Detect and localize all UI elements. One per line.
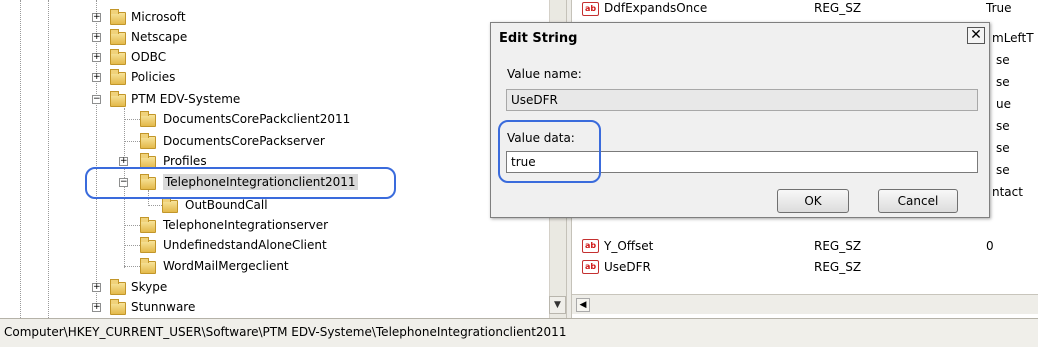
tree-node-label: DocumentsCorePackclient2011: [163, 112, 351, 126]
tree-node-outboundcall[interactable]: OutBoundCall: [162, 196, 362, 216]
annotation-ring-value-data: [498, 120, 601, 183]
folder-icon: [110, 29, 126, 45]
string-value-icon: ab: [582, 2, 599, 16]
folder-icon: [140, 237, 156, 253]
close-icon[interactable]: ✕: [967, 27, 985, 44]
folder-icon: [140, 133, 156, 149]
tree-node-label: TelephoneIntegrationserver: [163, 218, 329, 232]
string-value-icon: ab: [582, 239, 599, 253]
value-data-fragment: mLeftT: [992, 31, 1034, 45]
string-value-icon: ab: [582, 260, 599, 274]
folder-icon: [110, 49, 126, 65]
expand-plus-icon[interactable]: +: [119, 157, 128, 166]
tree-node-odbc[interactable]: + ODBC: [90, 48, 310, 68]
tree-node-label: PTM EDV-Systeme: [131, 92, 241, 106]
tree-node-documentscorepackclient2011[interactable]: DocumentsCorePackclient2011: [140, 110, 400, 130]
cancel-button[interactable]: Cancel: [878, 189, 958, 213]
tree-node-label: DocumentsCorePackserver: [163, 134, 325, 148]
tree-node-label: Netscape: [131, 30, 188, 44]
folder-icon: [162, 197, 178, 213]
folder-icon: [110, 279, 126, 295]
tree-node-label: UndefinedstandAloneClient: [163, 238, 327, 252]
expand-plus-icon[interactable]: +: [92, 283, 101, 292]
value-name-field: UseDFR: [506, 89, 978, 111]
value-data: 0: [986, 239, 994, 253]
scroll-left-arrow-icon[interactable]: ◀: [576, 298, 590, 312]
registry-tree-pane[interactable]: + Microsoft + Netscape + ODBC + Policies…: [0, 0, 566, 318]
tree-guide-line: [20, 0, 21, 318]
value-type: REG_SZ: [814, 1, 862, 15]
value-type: REG_SZ: [814, 239, 862, 253]
tree-node-label: Microsoft: [131, 10, 186, 24]
value-row-y-offset[interactable]: ab Y_Offset REG_SZ 0: [582, 237, 1022, 255]
expand-plus-icon[interactable]: +: [92, 303, 101, 312]
value-name: UseDFR: [604, 260, 651, 274]
tree-node-stunnware[interactable]: + Stunnware: [90, 298, 310, 318]
tree-branch-line: [124, 119, 140, 120]
tree-node-documentscorepackserver[interactable]: DocumentsCorePackserver: [140, 132, 400, 152]
dialog-title: Edit String: [499, 31, 578, 46]
tree-branch-line: [124, 245, 140, 246]
tree-branch-line: [124, 266, 140, 267]
value-row-partial[interactable]: ab DdfExpandsOnce REG_SZ True: [582, 0, 1038, 18]
folder-icon: [110, 299, 126, 315]
tree-node-undefinedstandaloneclient[interactable]: UndefinedstandAloneClient: [140, 236, 400, 256]
tree-branch-line: [124, 225, 140, 226]
folder-icon: [140, 111, 156, 127]
tree-node-microsoft[interactable]: + Microsoft: [90, 8, 310, 28]
folder-icon: [140, 258, 156, 274]
tree-node-label: WordMailMergeclient: [163, 259, 289, 273]
value-name-label: Value name:: [507, 67, 582, 81]
value-data-fragment: ue: [996, 97, 1011, 111]
tree-node-label: Skype: [131, 280, 168, 294]
tree-node-wordmailmergeclient[interactable]: WordMailMergeclient: [140, 257, 400, 277]
value-data-fragment: se: [996, 75, 1010, 89]
tree-branch-line: [124, 141, 140, 142]
tree-node-telephoneintegrationserver[interactable]: TelephoneIntegrationserver: [140, 216, 400, 236]
tree-node-policies[interactable]: + Policies: [90, 68, 310, 88]
value-row-usedfr[interactable]: ab UseDFR REG_SZ: [582, 258, 1022, 276]
folder-icon: [110, 91, 126, 107]
value-data: True: [986, 1, 1012, 15]
folder-icon: [140, 217, 156, 233]
value-data-fragment: se: [996, 163, 1010, 177]
tree-node-skype[interactable]: + Skype: [90, 278, 310, 298]
tree-guide-line: [48, 0, 49, 318]
collapse-minus-icon[interactable]: −: [92, 95, 101, 104]
folder-icon: [110, 9, 126, 25]
annotation-ring-selected-key: [85, 167, 396, 199]
value-data-fragment: se: [996, 141, 1010, 155]
status-bar-path: Computer\HKEY_CURRENT_USER\Software\PTM …: [4, 325, 567, 339]
status-bar: Computer\HKEY_CURRENT_USER\Software\PTM …: [0, 318, 1038, 347]
expand-plus-icon[interactable]: +: [92, 53, 101, 62]
tree-node-label: Stunnware: [131, 300, 196, 314]
value-type: REG_SZ: [814, 260, 862, 274]
tree-node-label: ODBC: [131, 50, 167, 64]
value-data-fragment: se: [996, 119, 1010, 133]
value-data-fragment: se: [996, 53, 1010, 67]
tree-node-ptm-edv-systeme[interactable]: − PTM EDV-Systeme: [90, 90, 310, 110]
value-data-fragment: ntact: [992, 185, 1023, 199]
folder-icon: [110, 69, 126, 85]
value-name: DdfExpandsOnce: [604, 1, 708, 15]
values-horizontal-scrollbar[interactable]: ◀: [572, 294, 1038, 314]
expand-plus-icon[interactable]: +: [92, 33, 101, 42]
expand-plus-icon[interactable]: +: [92, 13, 101, 22]
value-name: Y_Offset: [604, 239, 654, 253]
scroll-down-arrow-icon[interactable]: ▼: [549, 296, 566, 314]
expand-plus-icon[interactable]: +: [92, 73, 101, 82]
ok-button[interactable]: OK: [777, 189, 849, 213]
tree-node-label: OutBoundCall: [185, 198, 268, 212]
tree-node-netscape[interactable]: + Netscape: [90, 28, 310, 48]
tree-branch-line: [148, 205, 162, 206]
tree-node-label: Policies: [131, 70, 176, 84]
